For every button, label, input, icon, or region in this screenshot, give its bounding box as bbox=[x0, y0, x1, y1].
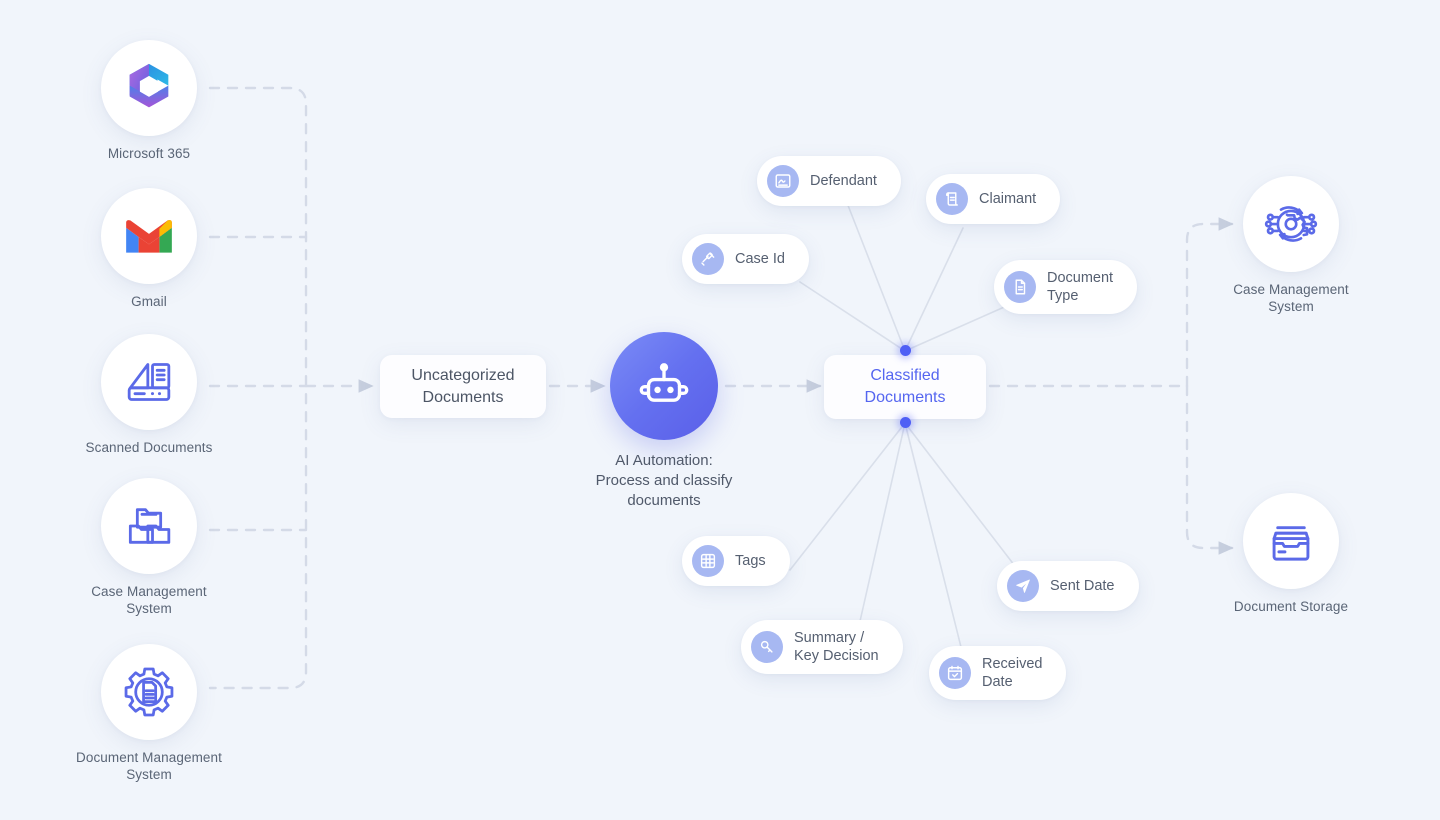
attribute-label: Claimant bbox=[979, 191, 1037, 207]
ai-automation-caption: AI Automation: Process and classify docu… bbox=[595, 452, 733, 509]
spoke-case-id bbox=[799, 281, 906, 352]
diagram-canvas: Microsoft 365 Gmail Scanned Documents Ca… bbox=[0, 0, 1440, 820]
scanner-icon bbox=[101, 334, 197, 430]
attribute-pill-claimant[interactable]: Claimant bbox=[926, 174, 1061, 224]
attribute-label: Case Id bbox=[735, 251, 785, 267]
attribute-pill-tags[interactable]: Tags bbox=[682, 536, 790, 586]
spoke-claimant bbox=[904, 227, 964, 352]
source-label: Document Management System bbox=[76, 750, 222, 782]
key-icon bbox=[751, 631, 783, 663]
gear-document-icon bbox=[101, 644, 197, 740]
uncategorized-documents-card[interactable]: Uncategorized Documents bbox=[380, 355, 546, 418]
attribute-pill-sent-date[interactable]: Sent Date bbox=[997, 561, 1139, 611]
gavel-icon bbox=[692, 243, 724, 275]
signature-icon bbox=[767, 165, 799, 197]
destination-label: Case Management System bbox=[1233, 282, 1349, 314]
destination-node-case-management-system[interactable]: Case Management System bbox=[1206, 176, 1376, 315]
attribute-label: Received Date bbox=[982, 656, 1043, 690]
source-label: Gmail bbox=[131, 294, 167, 309]
archive-tray-icon bbox=[1243, 493, 1339, 589]
source-node-gmail[interactable]: Gmail bbox=[64, 188, 234, 311]
spoke-summary bbox=[857, 422, 906, 631]
classified-documents-card[interactable]: Classified Documents bbox=[824, 355, 986, 419]
attribute-label: Defendant bbox=[810, 173, 877, 189]
attribute-label: Tags bbox=[735, 553, 766, 569]
source-node-case-management-system[interactable]: Case Management System bbox=[64, 478, 234, 617]
gmail-icon bbox=[101, 188, 197, 284]
destination-label: Document Storage bbox=[1233, 599, 1349, 614]
ai-gear-network-icon bbox=[1243, 176, 1339, 272]
source-node-scanned-documents[interactable]: Scanned Documents bbox=[64, 334, 234, 457]
attribute-pill-defendant[interactable]: Defendant bbox=[757, 156, 901, 206]
spoke-tags bbox=[789, 422, 906, 571]
attribute-pill-summary-key-decision[interactable]: Summary / Key Decision bbox=[741, 620, 903, 674]
classified-bottom-connector-dot bbox=[900, 417, 911, 428]
source-label: Case Management System bbox=[91, 584, 207, 616]
destination-node-document-storage[interactable]: Document Storage bbox=[1206, 493, 1376, 616]
scroll-document-icon bbox=[936, 183, 968, 215]
classified-top-connector-dot bbox=[900, 345, 911, 356]
source-node-document-management-system[interactable]: Document Management System bbox=[64, 644, 234, 783]
paper-plane-icon bbox=[1007, 570, 1039, 602]
source-label: Scanned Documents bbox=[85, 440, 213, 455]
attribute-label: Summary / Key Decision bbox=[794, 630, 879, 664]
hash-icon bbox=[692, 545, 724, 577]
attribute-pill-case-id[interactable]: Case Id bbox=[682, 234, 809, 284]
source-label: Microsoft 365 bbox=[107, 146, 191, 161]
robot-icon bbox=[610, 332, 718, 440]
folders-icon bbox=[101, 478, 197, 574]
ai-automation-node[interactable]: AI Automation: Process and classify docu… bbox=[554, 332, 774, 511]
attribute-label: Document Type bbox=[1047, 270, 1114, 304]
microsoft-365-icon bbox=[101, 40, 197, 136]
spoke-defendant bbox=[841, 189, 906, 352]
attribute-pill-received-date[interactable]: Received Date bbox=[929, 646, 1067, 700]
attribute-label: Sent Date bbox=[1050, 578, 1115, 594]
calendar-check-icon bbox=[939, 657, 971, 689]
spoke-received-date bbox=[904, 422, 964, 656]
attribute-pill-document-type[interactable]: Document Type bbox=[994, 260, 1138, 314]
file-icon bbox=[1004, 271, 1036, 303]
source-node-microsoft-365[interactable]: Microsoft 365 bbox=[64, 40, 234, 163]
spoke-sent-date bbox=[904, 422, 1019, 571]
